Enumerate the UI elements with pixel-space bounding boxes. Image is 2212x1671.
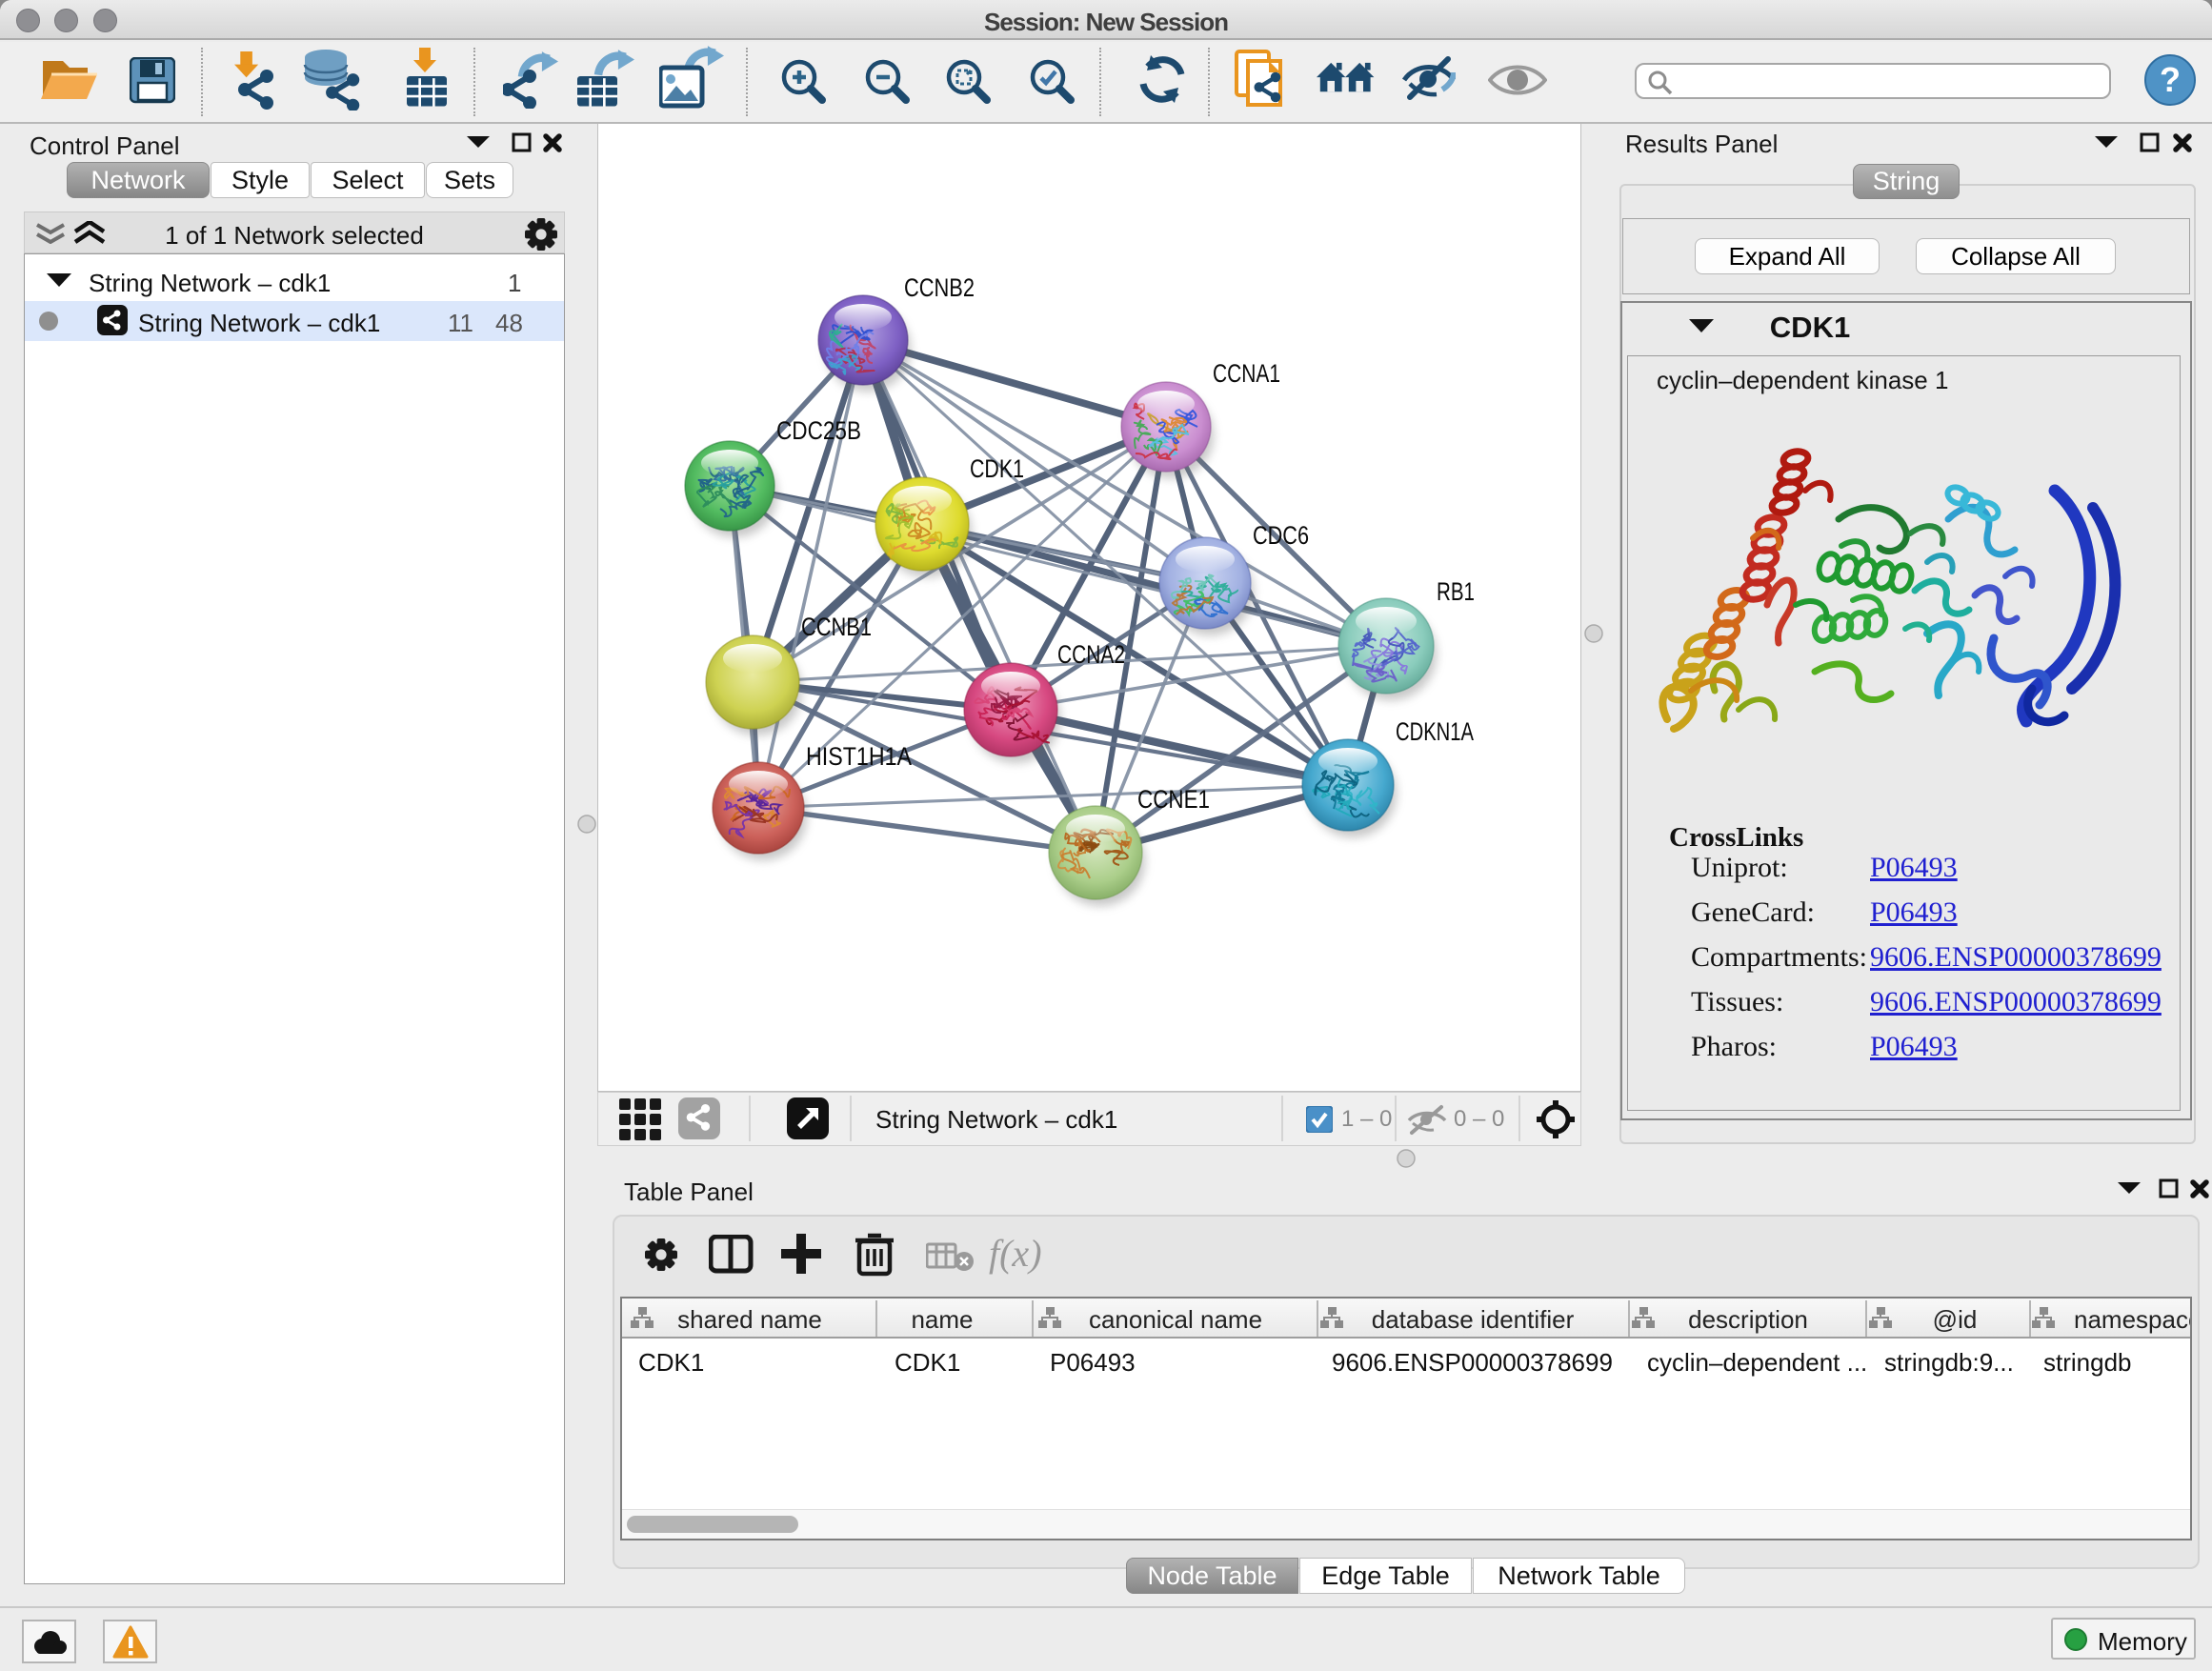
svg-text:CDKN1A: CDKN1A — [1396, 717, 1474, 746]
svg-text:CDC25B: CDC25B — [776, 416, 861, 445]
svg-text:CCNB1: CCNB1 — [801, 613, 872, 641]
svg-text:CCNA1: CCNA1 — [1213, 359, 1280, 388]
svg-text:CCNA2: CCNA2 — [1057, 640, 1125, 669]
svg-text:?: ? — [2160, 60, 2181, 99]
svg-text:CCNE1: CCNE1 — [1137, 785, 1210, 814]
svg-text:CDK1: CDK1 — [970, 454, 1024, 483]
svg-text:RB1: RB1 — [1437, 577, 1475, 606]
svg-text:HIST1H1A: HIST1H1A — [806, 742, 912, 771]
svg-text:CCNB2: CCNB2 — [904, 273, 975, 302]
svg-text:CDC6: CDC6 — [1253, 521, 1309, 550]
